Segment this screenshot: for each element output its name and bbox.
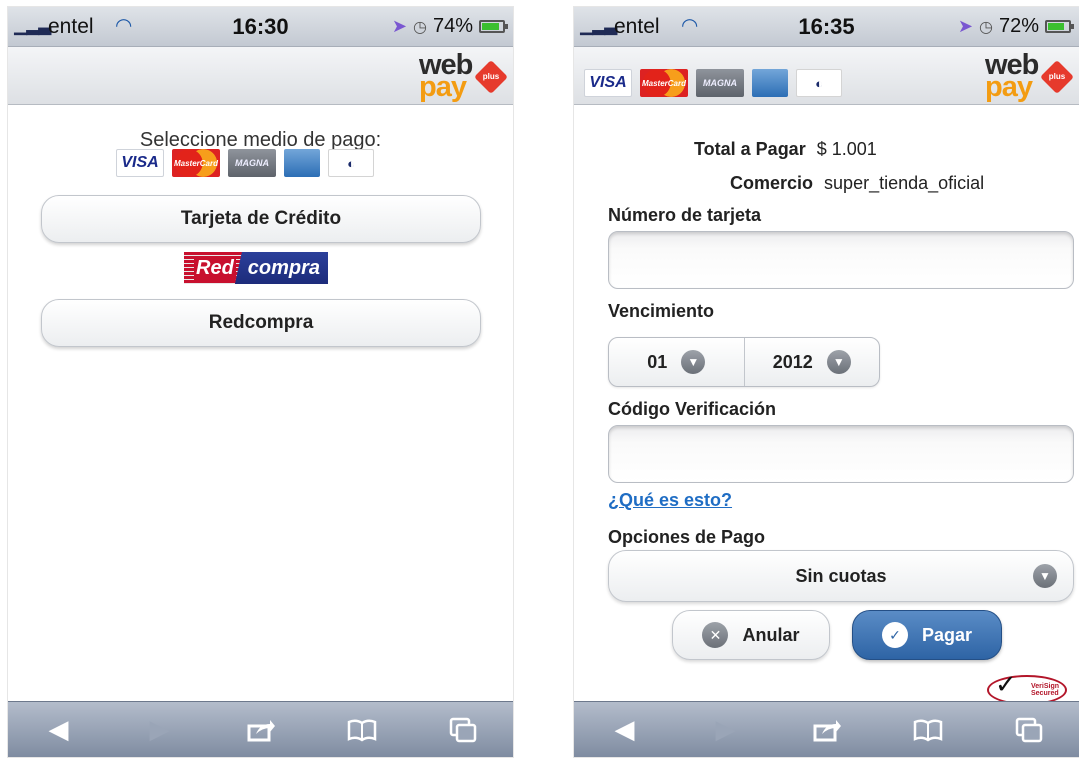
battery-percent: 72% xyxy=(998,15,1039,37)
browser-toolbar: ◀ ▶ xyxy=(8,701,513,757)
header-band: web pay plus xyxy=(8,47,513,105)
cvv-help-link[interactable]: ¿Qué es esto? xyxy=(608,490,732,511)
cvv-label: Código Verificación xyxy=(608,399,777,419)
bookmarks-icon[interactable] xyxy=(898,710,958,750)
bookmarks-icon[interactable] xyxy=(332,710,392,750)
alarm-icon: ◷ xyxy=(979,18,993,36)
tabs-icon[interactable] xyxy=(999,710,1059,750)
expiry-month-select[interactable]: 01 ▼ xyxy=(609,338,744,386)
cvv-field[interactable] xyxy=(608,425,1074,483)
total-value: $ 1.001 xyxy=(816,139,877,159)
checkmark-icon: ✓ xyxy=(995,669,1017,699)
expiry-year-select[interactable]: 2012 ▼ xyxy=(743,338,880,386)
alarm-icon: ◷ xyxy=(413,18,427,36)
expiry-label: Vencimiento xyxy=(608,301,715,321)
redcompra-button[interactable]: Redcompra xyxy=(41,299,481,347)
status-bar: ▁▂▃ entel ◠ 16:35 ➤ ◷ 72% xyxy=(574,7,1079,47)
redcompra-logo: Red compra xyxy=(184,252,328,284)
location-icon: ➤ xyxy=(957,16,973,36)
card-logos: VISA MasterCard MAGNA ◐ xyxy=(584,69,842,97)
card-logos: VISA MasterCard MAGNA ◐ xyxy=(116,149,374,177)
expiry-selector: 01 ▼ 2012 ▼ xyxy=(608,337,880,387)
location-icon: ➤ xyxy=(391,16,407,36)
check-icon: ✓ xyxy=(881,622,908,648)
share-icon[interactable] xyxy=(797,710,857,750)
phone-screen-payment-method: ▁▂▃ entel ◠ 16:30 ➤ ◷ 74% web pay plus S… xyxy=(7,6,514,758)
amex-logo xyxy=(752,69,788,97)
mastercard-logo: MasterCard xyxy=(172,149,220,177)
cancel-button[interactable]: ✕ Anular xyxy=(672,610,830,660)
diners-logo: ◐ xyxy=(796,69,842,97)
card-number-field[interactable] xyxy=(608,231,1074,289)
webpay-logo: web pay plus xyxy=(413,49,508,103)
tabs-icon[interactable] xyxy=(433,710,493,750)
magna-logo: MAGNA xyxy=(696,69,744,97)
credit-card-button[interactable]: Tarjeta de Crédito xyxy=(41,195,481,243)
visa-logo: VISA xyxy=(584,69,632,97)
commerce-label: Comercio xyxy=(730,173,814,193)
diners-logo: ◐ xyxy=(328,149,374,177)
total-label: Total a Pagar xyxy=(694,139,806,159)
amex-logo xyxy=(284,149,320,177)
battery-icon xyxy=(1045,20,1074,33)
pay-button[interactable]: ✓ Pagar xyxy=(852,610,1002,660)
close-icon: ✕ xyxy=(702,622,729,648)
phone-screen-card-form: ▁▂▃ entel ◠ 16:35 ➤ ◷ 72% web pay plus V… xyxy=(573,6,1079,758)
share-icon[interactable] xyxy=(231,710,291,750)
payment-options-select[interactable]: Sin cuotas ▼ xyxy=(608,550,1074,602)
chevron-down-icon: ▼ xyxy=(826,350,851,374)
status-bar: ▁▂▃ entel ◠ 16:30 ➤ ◷ 74% xyxy=(8,7,513,47)
payment-options-label: Opciones de Pago xyxy=(608,527,766,547)
back-icon[interactable]: ◀ xyxy=(595,710,655,750)
chevron-down-icon: ▼ xyxy=(1033,564,1057,588)
card-number-label: Número de tarjeta xyxy=(608,205,762,225)
commerce-value: super_tienda_oficial xyxy=(824,173,985,193)
forward-icon[interactable]: ▶ xyxy=(696,710,756,750)
browser-toolbar: ◀ ▶ xyxy=(574,701,1079,757)
chevron-down-icon: ▼ xyxy=(681,350,706,374)
total-row: Total a Pagar $ 1.001 xyxy=(694,139,877,160)
visa-logo: VISA xyxy=(116,149,164,177)
magna-logo: MAGNA xyxy=(228,149,276,177)
mastercard-logo: MasterCard xyxy=(640,69,688,97)
forward-icon[interactable]: ▶ xyxy=(130,710,190,750)
battery-icon xyxy=(479,20,508,33)
commerce-row: Comercio super_tienda_oficial xyxy=(730,173,984,194)
webpay-logo: web pay plus xyxy=(979,49,1074,103)
back-icon[interactable]: ◀ xyxy=(29,710,89,750)
battery-percent: 74% xyxy=(432,15,473,37)
